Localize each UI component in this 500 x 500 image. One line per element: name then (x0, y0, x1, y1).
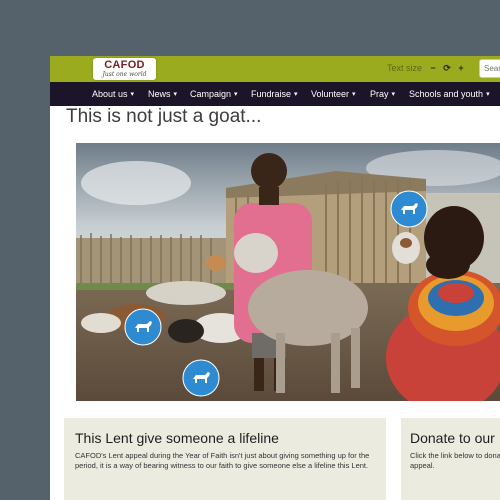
chevron-down-icon: ▾ (352, 91, 356, 98)
goat-icon[interactable] (124, 308, 162, 346)
chevron-down-icon: ▾ (486, 91, 490, 98)
nav-item-label: Volunteer (311, 89, 350, 99)
donate-panel: Donate to our Click the link below to do… (401, 418, 500, 500)
chevron-down-icon: ▾ (234, 91, 238, 98)
nav-item-label: About us (92, 89, 128, 99)
chevron-down-icon: ▾ (173, 91, 178, 98)
nav-item-label: Pray (370, 89, 389, 99)
nav-item-schools-and-youth[interactable]: Schools and youth ▾ (409, 82, 490, 106)
feature-title: This Lent give someone a lifeline (75, 430, 279, 446)
nav-item-volunteer[interactable]: Volunteer ▾ (311, 82, 356, 106)
divider (397, 426, 398, 496)
nav-item-label: Fundraise (251, 89, 292, 99)
webpage: CAFOD Just one world Text size − ⟳ + Abo… (50, 56, 500, 500)
logo-wordmark: CAFOD (104, 59, 145, 71)
nav-item-campaign[interactable]: Campaign ▾ (190, 82, 238, 106)
text-size-label: Text size (387, 63, 423, 73)
donate-title: Donate to our (410, 430, 495, 446)
cafod-logo[interactable]: CAFOD Just one world (93, 58, 156, 80)
logo-tagline: Just one world (102, 71, 147, 78)
chevron-down-icon: ▾ (391, 91, 396, 98)
increase-text-size-button[interactable]: + (455, 61, 467, 75)
main-nav: About us ▾ News ▾ Campaign ▾ Fundraise ▾ Vol… (50, 82, 500, 106)
nav-item-about-us[interactable]: About us ▾ (92, 82, 134, 106)
reset-text-size-button[interactable]: ⟳ (441, 61, 453, 75)
goat-icon[interactable] (182, 359, 220, 397)
nav-item-label: Campaign (190, 89, 232, 99)
top-bar: CAFOD Just one world Text size − ⟳ + (50, 56, 500, 82)
goat-icon[interactable] (390, 190, 428, 228)
chevron-down-icon: ▾ (130, 91, 135, 98)
nav-item-pray[interactable]: Pray ▾ (370, 82, 395, 106)
decrease-text-size-button[interactable]: − (427, 61, 439, 75)
lent-appeal-feature: This Lent give someone a lifeline CAFOD'… (64, 418, 386, 500)
nav-item-fundraise[interactable]: Fundraise ▾ (251, 82, 298, 106)
nav-item-news[interactable]: News ▾ (148, 82, 177, 106)
nav-item-label: Schools and youth (409, 89, 484, 99)
hero-image (76, 143, 500, 401)
nav-item-label: News (148, 89, 171, 99)
feature-text: CAFOD's Lent appeal during the Year of F… (75, 451, 370, 470)
search-input[interactable] (479, 59, 500, 78)
hero-photo-goats-and-children (76, 143, 500, 401)
donate-text: Click the link below to donate to our Le… (410, 451, 500, 470)
chevron-down-icon: ▾ (294, 91, 298, 98)
page-title: This is not just a goat... (66, 106, 262, 127)
